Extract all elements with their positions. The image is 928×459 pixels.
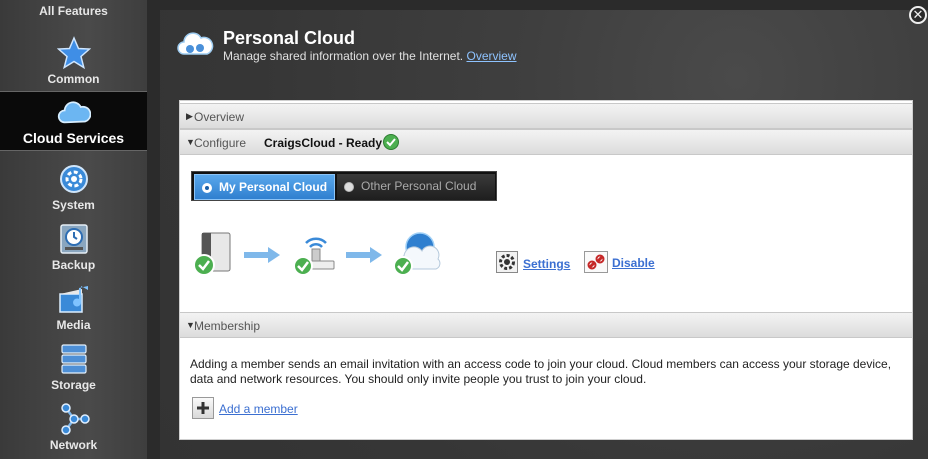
storage-drives-icon (60, 344, 87, 374)
arrow-right-icon (244, 247, 280, 263)
add-member-button[interactable] (192, 397, 214, 419)
subtitle-text: Manage shared information over the Inter… (223, 49, 464, 63)
ready-check-icon (383, 134, 399, 150)
settings-link[interactable]: Settings (523, 257, 570, 271)
close-icon[interactable]: ✕ (909, 6, 927, 24)
router-wifi-icon (293, 237, 335, 276)
option-label: My Personal Cloud (219, 180, 328, 194)
network-nodes-icon (60, 403, 90, 435)
cloud-status-text: CraigsCloud - Ready (264, 136, 383, 150)
media-icon (58, 286, 88, 313)
sidebar-item-label: Common (47, 72, 100, 86)
sidebar-item-label: System (52, 198, 95, 212)
sidebar-item-label: Media (56, 318, 91, 332)
sidebar-item-label: Backup (51, 258, 96, 272)
section-title: Membership (194, 319, 261, 333)
settings-gear-icon[interactable] (496, 251, 518, 273)
sidebar-item-backup[interactable]: Backup (0, 222, 147, 272)
expand-arrow-icon: ▶ (186, 111, 193, 121)
sidebar-item-label: Network (49, 438, 98, 452)
radio-selected-icon (202, 183, 212, 193)
add-member-link[interactable]: Add a member (219, 402, 298, 416)
section-title: Overview (194, 110, 245, 124)
sidebar-item-common[interactable]: Common (0, 36, 147, 86)
sidebar: All Features Common Cloud Services Syste… (0, 0, 147, 459)
section-title: Configure (194, 136, 247, 150)
sidebar-item-cloud-services[interactable]: Cloud Services (0, 91, 147, 151)
membership-description: Adding a member sends an email invitatio… (190, 357, 892, 386)
option-label: Other Personal Cloud (361, 179, 477, 193)
cloud-type-toggle: My Personal Cloud Other Personal Cloud (191, 171, 497, 201)
overview-section-header[interactable]: ▶ Overview (180, 103, 912, 129)
membership-section-header[interactable]: ▼ Membership (180, 312, 912, 338)
disable-link[interactable]: Disable (612, 256, 655, 270)
sidebar-item-storage[interactable]: Storage (0, 342, 147, 392)
disable-link-icon[interactable] (584, 251, 608, 273)
plus-icon (197, 402, 209, 414)
personal-cloud-icon (177, 32, 214, 55)
sidebar-item-network[interactable]: Network (0, 402, 147, 452)
nas-device-icon (193, 232, 231, 276)
cloud-icon (57, 101, 91, 124)
configure-section-header[interactable]: ▼ Configure CraigsCloud - Ready (180, 129, 912, 155)
sidebar-item-system[interactable]: System (0, 162, 147, 212)
radio-unselected-icon (344, 182, 354, 192)
my-personal-cloud-option[interactable]: My Personal Cloud (194, 174, 335, 200)
page-subtitle: Manage shared information over the Inter… (223, 49, 517, 63)
page-title: Personal Cloud (223, 28, 356, 48)
sidebar-item-media[interactable]: Media (0, 282, 147, 332)
settings-panel: ▶ Overview ▼ Configure CraigsCloud - Rea… (179, 100, 913, 440)
gear-icon (59, 165, 88, 193)
sidebar-item-label: Cloud Services (22, 130, 125, 146)
backup-clock-icon (59, 224, 88, 254)
other-personal-cloud-option[interactable]: Other Personal Cloud (337, 174, 495, 200)
all-features-link[interactable]: All Features (0, 4, 147, 18)
star-icon (56, 36, 91, 70)
internet-cloud-icon (393, 232, 441, 276)
overview-link[interactable]: Overview (466, 49, 516, 63)
sidebar-item-label: Storage (51, 378, 96, 392)
arrow-right-icon (346, 247, 382, 263)
